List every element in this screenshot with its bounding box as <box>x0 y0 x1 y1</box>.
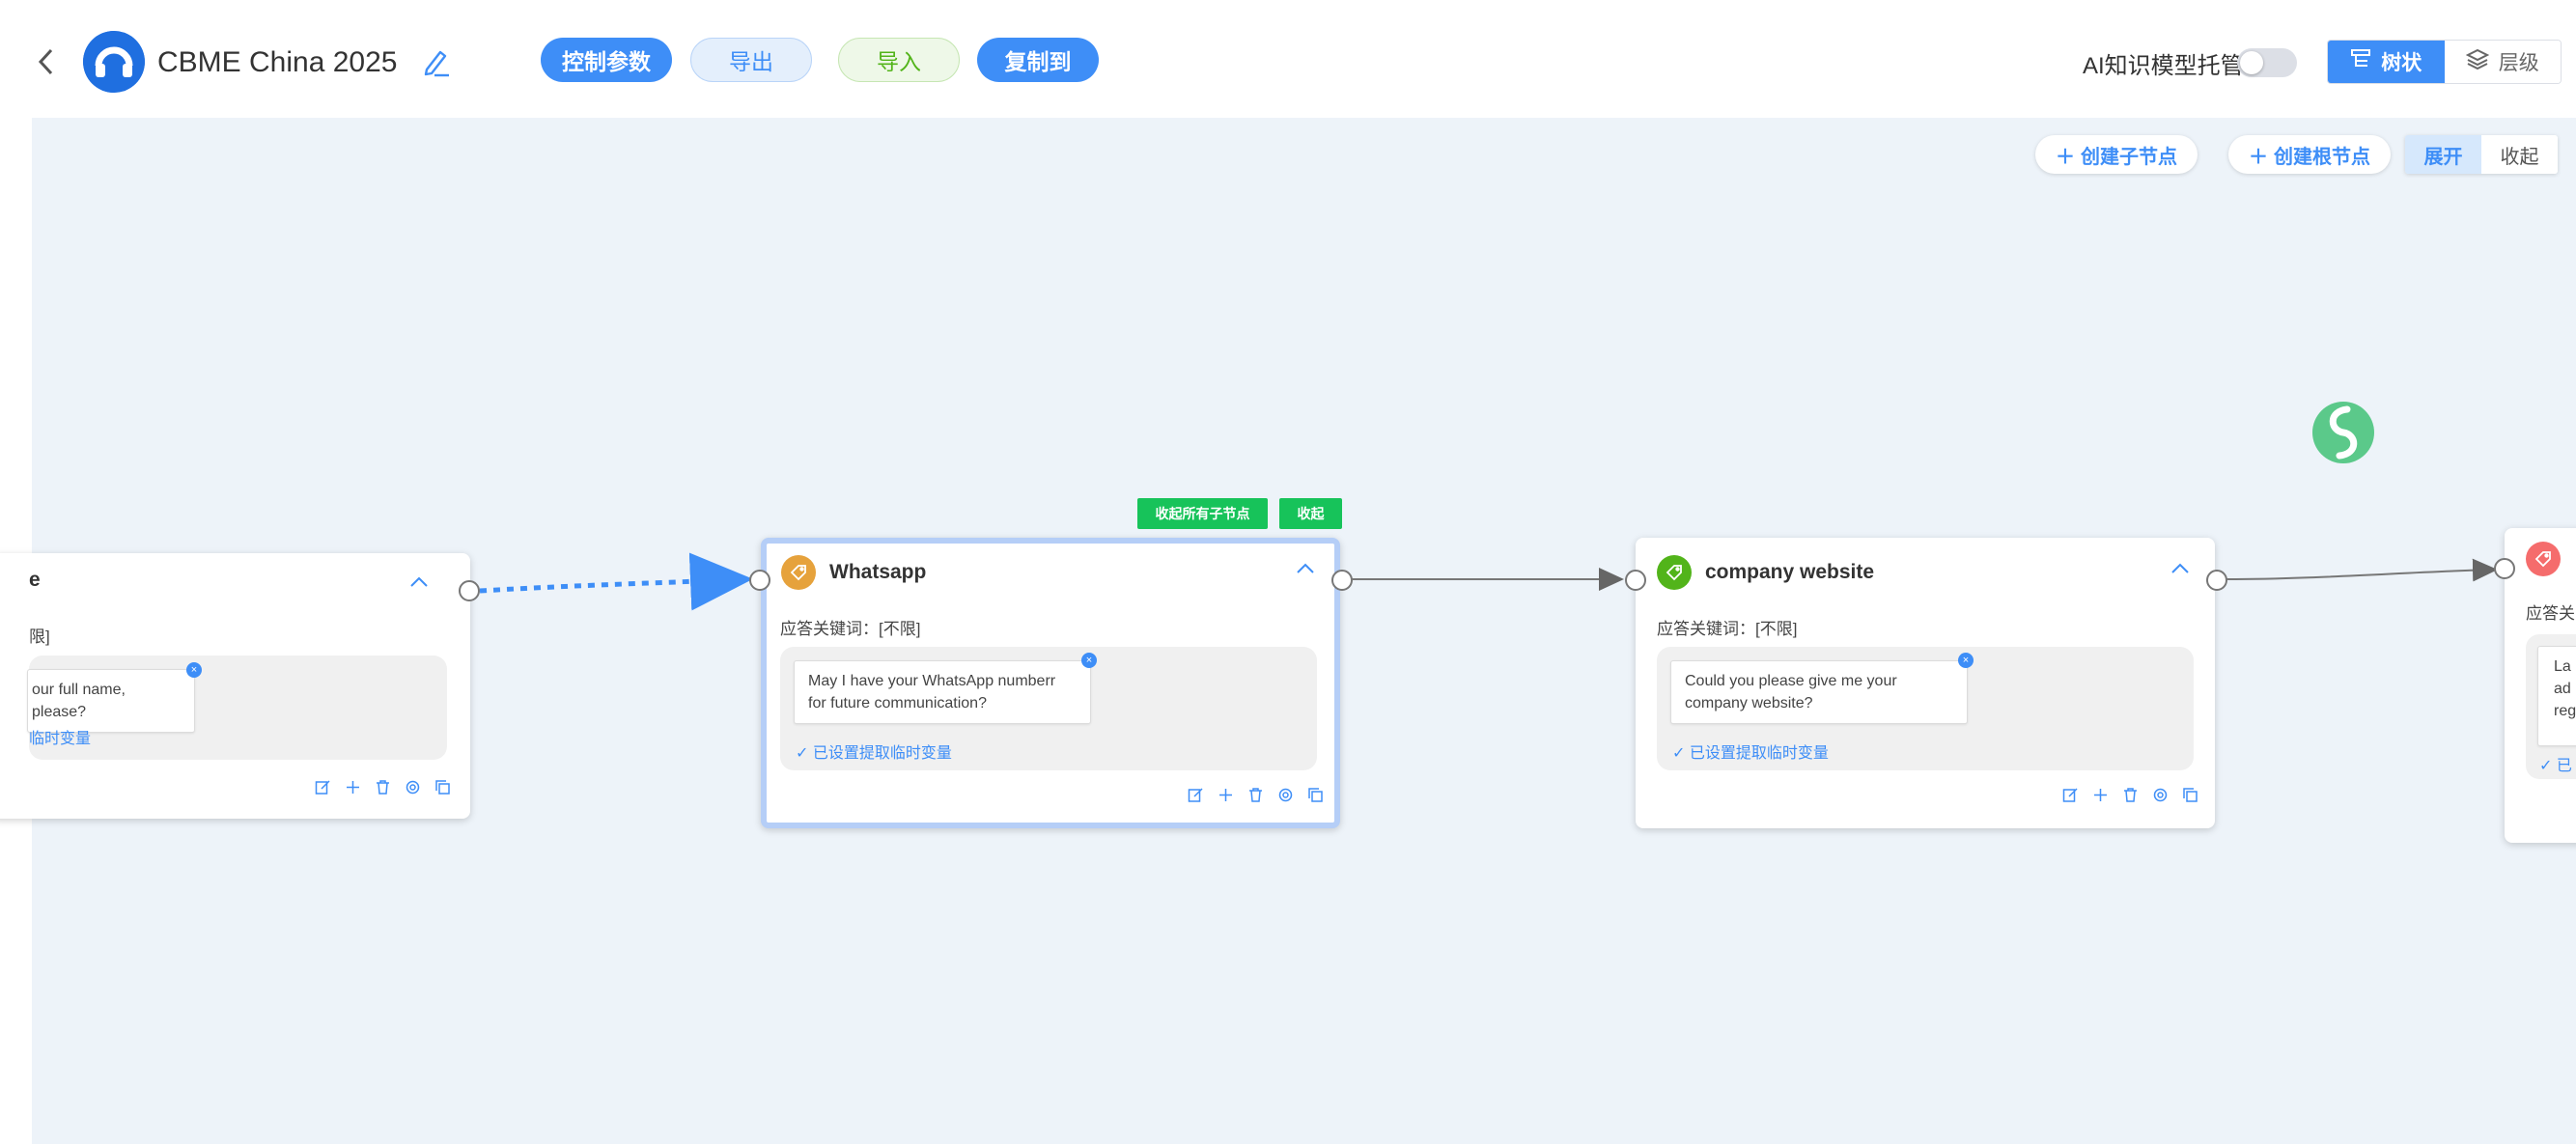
add-icon[interactable] <box>345 779 361 795</box>
plus-icon: ＋ <box>2249 146 2268 168</box>
toggle-knob <box>2240 51 2263 74</box>
page-title: CBME China 2025 <box>157 46 398 78</box>
reply-box: our full name, please? × 临时变量 <box>27 656 447 760</box>
flow-node-name[interactable]: e 限] our full name, please? × 临时变量 <box>0 553 470 819</box>
input-port[interactable] <box>2494 558 2515 579</box>
response-keyword: 应答关键词：[不限] <box>780 620 921 638</box>
ai-hosting-toggle[interactable] <box>2237 48 2297 77</box>
node-header: Whatsapp <box>781 555 926 590</box>
ai-hosting-label: AI知识模型托管 <box>2083 53 2244 79</box>
copy-to-button[interactable]: 复制到 <box>977 38 1099 82</box>
delete-icon[interactable] <box>375 779 391 795</box>
input-port[interactable] <box>749 570 770 591</box>
copy-icon[interactable] <box>2182 787 2198 803</box>
import-button[interactable]: 导入 <box>838 38 960 82</box>
node-title: Whatsapp <box>829 561 927 583</box>
create-root-node-button[interactable]: ＋ 创建根节点 <box>2228 135 2391 174</box>
delete-icon[interactable] <box>2122 787 2139 803</box>
reply-text-line1: La <box>2554 658 2571 675</box>
tag-icon <box>2526 542 2561 576</box>
close-icon[interactable]: × <box>186 662 202 678</box>
settings-icon[interactable] <box>1277 787 1294 803</box>
create-root-node-label: 创建根节点 <box>2274 146 2370 168</box>
tag-icon <box>1657 555 1692 590</box>
collapse-button[interactable]: 收起 <box>2481 135 2558 174</box>
reply-text-line2: ad <box>2554 681 2571 697</box>
tree-view-button[interactable]: 树状 <box>2328 41 2445 83</box>
node-actions <box>315 779 451 795</box>
node-header: company website <box>1657 555 1874 590</box>
reply-bubble[interactable]: May I have your WhatsApp numberr for fut… <box>794 660 1091 724</box>
response-keyword: 限] <box>29 628 50 646</box>
reply-text-line2: for future communication? <box>808 695 987 712</box>
top-header: CBME China 2025 控制参数 导出 导入 复制到 AI知识模型托管 … <box>0 0 2576 118</box>
output-port[interactable] <box>459 580 480 601</box>
edit-icon[interactable] <box>2062 787 2079 803</box>
variable-status: ✓ 已设置提取临时变量 <box>796 745 952 762</box>
layers-icon <box>2465 48 2489 75</box>
close-icon[interactable]: × <box>1958 653 1974 668</box>
expand-button[interactable]: 展开 <box>2405 135 2481 174</box>
collapse-all-children-button[interactable]: 收起所有子节点 <box>1137 498 1268 529</box>
flow-node-next[interactable]: 应答关 La ad reg ✓ 已 <box>2505 528 2576 843</box>
tag-icon <box>781 555 816 590</box>
delete-icon[interactable] <box>1247 787 1264 803</box>
reply-text: our full name, please? <box>32 682 126 720</box>
add-icon[interactable] <box>2092 787 2109 803</box>
output-port[interactable] <box>2206 570 2227 591</box>
node-title: e <box>29 569 41 591</box>
chevron-up-icon[interactable] <box>407 572 431 592</box>
node-actions <box>2062 787 2198 803</box>
tree-view-label: 树状 <box>2381 52 2422 74</box>
response-keyword: 应答关 <box>2526 604 2575 623</box>
view-switch: 树状 层级 <box>2327 40 2562 84</box>
chevron-up-icon[interactable] <box>1294 559 1317 578</box>
tree-view-icon <box>2350 48 2371 75</box>
reply-bubble[interactable]: La ad reg <box>2537 646 2576 746</box>
expand-collapse-toggle: 展开 收起 <box>2405 135 2558 174</box>
headset-logo-icon <box>83 31 145 93</box>
settings-icon[interactable] <box>405 779 421 795</box>
reply-text-line2: company website? <box>1685 695 1813 712</box>
copy-icon[interactable] <box>434 779 451 795</box>
reply-bubble[interactable]: our full name, please? <box>27 669 195 733</box>
reply-box: May I have your WhatsApp numberr for fut… <box>780 647 1317 770</box>
level-view-label: 层级 <box>2498 52 2539 74</box>
assistant-logo-icon[interactable] <box>2309 398 2378 467</box>
variable-status: ✓ 已设置提取临时变量 <box>1672 745 1829 762</box>
response-keyword: 应答关键词：[不限] <box>1657 620 1798 638</box>
level-view-button[interactable]: 层级 <box>2444 41 2561 83</box>
reply-text-line1: May I have your WhatsApp numberr <box>808 673 1056 689</box>
create-child-node-button[interactable]: ＋ 创建子节点 <box>2035 135 2198 174</box>
reply-bubble[interactable]: Could you please give me your company we… <box>1670 660 1968 724</box>
reply-text-line1: Could you please give me your <box>1685 673 1897 689</box>
output-port[interactable] <box>1331 570 1353 591</box>
edit-icon[interactable] <box>315 779 331 795</box>
export-button[interactable]: 导出 <box>690 38 812 82</box>
create-child-node-label: 创建子节点 <box>2081 146 2177 168</box>
variable-status: 临时变量 <box>29 731 92 747</box>
reply-box: Could you please give me your company we… <box>1657 647 2194 770</box>
node-title: company website <box>1705 561 1875 583</box>
add-icon[interactable] <box>1218 787 1234 803</box>
node-actions <box>1188 787 1324 803</box>
reply-text-line3: reg <box>2554 703 2576 719</box>
input-port[interactable] <box>1625 570 1646 591</box>
control-params-button[interactable]: 控制参数 <box>541 38 672 82</box>
flow-node-whatsapp[interactable]: Whatsapp 应答关键词：[不限] May I have your What… <box>761 538 1340 828</box>
chevron-up-icon[interactable] <box>2169 559 2192 578</box>
settings-icon[interactable] <box>2152 787 2169 803</box>
app-page: CBME China 2025 控制参数 导出 导入 复制到 AI知识模型托管 … <box>0 0 2576 1144</box>
variable-status: ✓ 已 <box>2539 758 2572 774</box>
close-icon[interactable]: × <box>1081 653 1097 668</box>
chevron-left-icon[interactable] <box>31 42 62 81</box>
plus-icon: ＋ <box>2056 146 2075 168</box>
copy-icon[interactable] <box>1307 787 1324 803</box>
collapse-node-button[interactable]: 收起 <box>1279 498 1342 529</box>
reply-box: La ad reg ✓ 已 <box>2526 634 2576 779</box>
flow-node-company-website[interactable]: company website 应答关键词：[不限] Could you ple… <box>1636 538 2215 828</box>
pencil-icon[interactable] <box>419 44 452 79</box>
edit-icon[interactable] <box>1188 787 1204 803</box>
